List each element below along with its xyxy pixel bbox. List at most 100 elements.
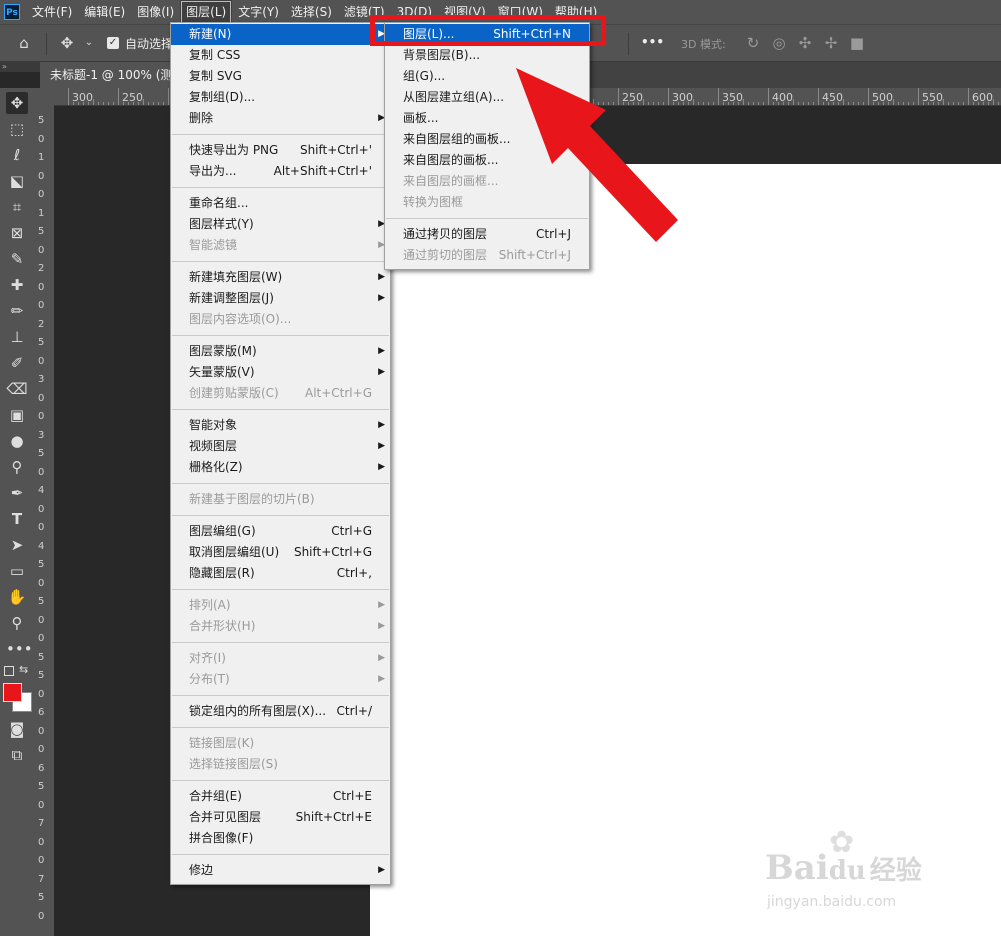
ruler-label: 5: [38, 781, 45, 792]
history-brush-tool-icon[interactable]: ✐: [6, 352, 28, 374]
ruler-tick: [868, 88, 869, 105]
menu-image[interactable]: 图像(I): [131, 0, 180, 24]
layer-menu-item[interactable]: 复制 CSS: [171, 45, 390, 66]
menu-layer[interactable]: 图层(L): [180, 0, 233, 24]
ruler-tick: [848, 102, 849, 105]
menu-item-label: 复制 CSS: [189, 48, 241, 62]
menu-item-label: 视频图层: [189, 439, 238, 453]
document-canvas[interactable]: [370, 164, 1001, 936]
layer-menu-item[interactable]: 新建调整图层(J) ▶: [171, 288, 390, 309]
layer-menu-item[interactable]: 矢量蒙版(V) ▶: [171, 362, 390, 383]
healing-brush-tool-icon[interactable]: ✚: [6, 274, 28, 296]
layer-menu-item[interactable]: 取消图层编组(U) Shift+Ctrl+G: [171, 542, 390, 563]
layer-menu-item: 分布(T) ▶: [171, 669, 390, 690]
blur-tool-icon[interactable]: ●: [6, 430, 28, 452]
submenu-arrow-icon: ▶: [378, 653, 385, 663]
auto-select-label: 自动选择: [125, 37, 174, 51]
layer-menu-item[interactable]: 隐藏图层(R) Ctrl+,: [171, 563, 390, 584]
layer-menu-item[interactable]: 删除 ▶: [171, 108, 390, 129]
layer-menu-item[interactable]: 栅格化(Z) ▶: [171, 457, 390, 478]
tools-panel: ✥ ⬚ ℓ ⬕ ⌗ ⊠ ✎ ✚ ✏ ⊥ ✐ ⌫ ▣ ● ⚲ ✒ T ➤ ▭ ✋ …: [0, 88, 34, 936]
ruler-label: 0: [38, 411, 45, 422]
ruler-tick: [843, 99, 844, 105]
camera-icon[interactable]: ■: [848, 34, 866, 52]
swap-colors-icon[interactable]: ⇆: [19, 663, 28, 676]
ruler-label: 0: [38, 355, 45, 367]
path-selection-tool-icon[interactable]: ➤: [6, 534, 28, 556]
menu-item-shortcut: Shift+Ctrl+': [299, 143, 372, 157]
rectangle-tool-icon[interactable]: ▭: [6, 560, 28, 582]
home-icon[interactable]: ⌂: [15, 34, 33, 52]
layer-menu-item[interactable]: 智能对象 ▶: [171, 415, 390, 436]
menu-item-label: 通过剪切的图层: [403, 248, 488, 262]
more-tools-icon[interactable]: •••: [6, 638, 33, 660]
zoom-tool-icon[interactable]: ⚲: [6, 612, 28, 634]
menu-edit[interactable]: 编辑(E): [78, 0, 131, 24]
layer-menu-item[interactable]: 合并可见图层 Shift+Ctrl+E: [171, 807, 390, 828]
ruler-tick: [808, 102, 809, 105]
menu-item-label: 图层编组(G): [189, 524, 256, 538]
ruler-tick: [693, 99, 694, 105]
layer-menu-item[interactable]: 重命名组...: [171, 193, 390, 214]
dodge-tool-icon[interactable]: ⚲: [6, 456, 28, 478]
ruler-tick: [143, 99, 144, 105]
object-select-tool-icon[interactable]: ⬕: [6, 170, 28, 192]
layer-menu-item[interactable]: 复制 SVG: [171, 66, 390, 87]
ruler-tick: [883, 102, 884, 105]
menu-item-shortcut: Ctrl+/: [336, 704, 372, 718]
hand-tool-icon[interactable]: ✋: [6, 586, 28, 608]
crop-tool-icon[interactable]: ⌗: [6, 196, 28, 218]
ruler-label: 6: [38, 762, 45, 774]
layer-menu-item[interactable]: 图层编组(G) Ctrl+G: [171, 521, 390, 542]
layer-menu-item[interactable]: 视频图层 ▶: [171, 436, 390, 457]
layer-menu-item[interactable]: 图层样式(Y) ▶: [171, 214, 390, 235]
ruler-tick: [83, 102, 84, 105]
layer-menu-item[interactable]: 快速导出为 PNG Shift+Ctrl+': [171, 140, 390, 161]
move-tool-icon[interactable]: ✥: [58, 34, 76, 52]
orbit-3d-icon[interactable]: ↻: [744, 34, 762, 52]
marquee-tool-icon[interactable]: ⬚: [6, 118, 28, 140]
chevron-down-icon[interactable]: ⌄: [80, 34, 98, 52]
layer-menu-item[interactable]: 新建填充图层(W) ▶: [171, 267, 390, 288]
screen-mode-icon[interactable]: ⧉: [6, 744, 28, 766]
gradient-tool-icon[interactable]: ▣: [6, 404, 28, 426]
more-options-button[interactable]: •••: [641, 35, 664, 49]
menu-item-label: 选择链接图层(S): [189, 757, 278, 771]
lasso-tool-icon[interactable]: ℓ: [6, 144, 28, 166]
menu-separator: [172, 854, 389, 855]
ruler-label: 0: [38, 910, 45, 922]
default-colors-icon[interactable]: [4, 666, 14, 676]
ruler-label: 3: [38, 374, 45, 385]
roll-3d-icon[interactable]: ◎: [770, 34, 788, 52]
eraser-tool-icon[interactable]: ⌫: [6, 378, 28, 400]
ruler-tick: [963, 102, 964, 105]
layer-menu-item: 合并形状(H) ▶: [171, 616, 390, 637]
ruler-tick: [148, 102, 149, 105]
layer-menu-item[interactable]: 新建(N) ▶: [171, 24, 390, 45]
menu-file[interactable]: 文件(F): [26, 0, 78, 24]
layer-menu-item[interactable]: 导出为... Alt+Shift+Ctrl+': [171, 161, 390, 182]
layer-menu-item[interactable]: 拼合图像(F): [171, 828, 390, 849]
frame-tool-icon[interactable]: ⊠: [6, 222, 28, 244]
foreground-color-swatch[interactable]: [3, 683, 22, 702]
layer-menu-item[interactable]: 复制组(D)...: [171, 87, 390, 108]
layer-menu-item[interactable]: 修边 ▶: [171, 860, 390, 881]
ruler-tick: [718, 88, 719, 105]
auto-select-checkbox[interactable]: ✓: [107, 37, 119, 49]
drag-3d-icon[interactable]: ✣: [796, 34, 814, 52]
clone-stamp-tool-icon[interactable]: ⊥: [6, 326, 28, 348]
type-tool-icon[interactable]: T: [6, 508, 28, 530]
eyedropper-tool-icon[interactable]: ✎: [6, 248, 28, 270]
move-tool-icon[interactable]: ✥: [6, 92, 28, 114]
menu-select[interactable]: 选择(S): [285, 0, 338, 24]
layer-menu-item[interactable]: 合并组(E) Ctrl+E: [171, 786, 390, 807]
menu-type[interactable]: 文字(Y): [232, 0, 285, 24]
brush-tool-icon[interactable]: ✏: [6, 300, 28, 322]
layer-menu-item[interactable]: 锁定组内的所有图层(X)... Ctrl+/: [171, 701, 390, 722]
layer-menu-item[interactable]: 图层蒙版(M) ▶: [171, 341, 390, 362]
slide-3d-icon[interactable]: ✢: [822, 34, 840, 52]
quick-mask-icon[interactable]: ◙: [6, 718, 28, 740]
pen-tool-icon[interactable]: ✒: [6, 482, 28, 504]
menu-item-label: 从图层建立组(A)...: [403, 90, 505, 104]
panel-grip-icon[interactable]: »: [0, 62, 42, 72]
